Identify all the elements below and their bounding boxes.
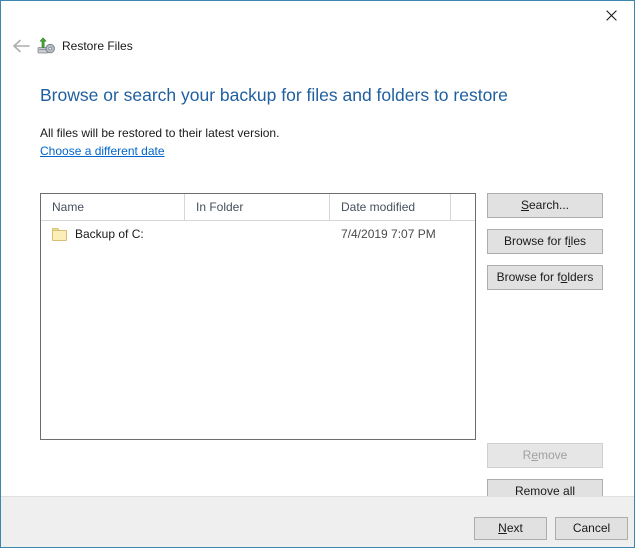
- content-area: Browse or search your backup for files a…: [1, 63, 634, 496]
- browse-for-files-button[interactable]: Browse for files: [487, 229, 603, 254]
- app-title-label: Restore Files: [62, 37, 133, 55]
- remove-button[interactable]: Remove: [487, 443, 603, 468]
- cell-date-modified: 7/4/2019 7:07 PM: [330, 227, 451, 241]
- dialog-footer: Next Cancel: [1, 496, 634, 547]
- restore-version-note: All files will be restored to their late…: [40, 125, 279, 141]
- next-button[interactable]: Next: [474, 517, 547, 540]
- back-arrow-icon[interactable]: [9, 34, 33, 58]
- column-header-name[interactable]: Name: [41, 194, 185, 220]
- cell-name-label: Backup of C:: [75, 227, 144, 241]
- backup-items-listview[interactable]: Name In Folder Date modified Backup of C…: [40, 193, 476, 440]
- cell-name: Backup of C:: [41, 227, 185, 241]
- restore-files-window: Restore Files Browse or search your back…: [0, 0, 635, 548]
- table-row[interactable]: Backup of C: 7/4/2019 7:07 PM: [41, 221, 475, 247]
- folder-icon: [52, 228, 67, 241]
- listview-header: Name In Folder Date modified: [41, 194, 475, 221]
- cancel-button[interactable]: Cancel: [555, 517, 628, 540]
- choose-different-date-link[interactable]: Choose a different date: [40, 143, 165, 159]
- title-bar: [1, 1, 634, 31]
- navigation-row: Restore Files: [1, 31, 634, 63]
- app-title: Restore Files: [37, 35, 133, 57]
- column-header-date-modified[interactable]: Date modified: [330, 194, 451, 220]
- column-header-extra[interactable]: [451, 194, 475, 220]
- page-title: Browse or search your backup for files a…: [40, 84, 508, 106]
- column-header-in-folder[interactable]: In Folder: [185, 194, 330, 220]
- listview-rows: Backup of C: 7/4/2019 7:07 PM: [41, 221, 475, 247]
- restore-files-icon: [37, 37, 55, 55]
- browse-for-folders-button[interactable]: Browse for folders: [487, 265, 603, 290]
- search-button[interactable]: Search...: [487, 193, 603, 218]
- close-icon[interactable]: [588, 1, 634, 30]
